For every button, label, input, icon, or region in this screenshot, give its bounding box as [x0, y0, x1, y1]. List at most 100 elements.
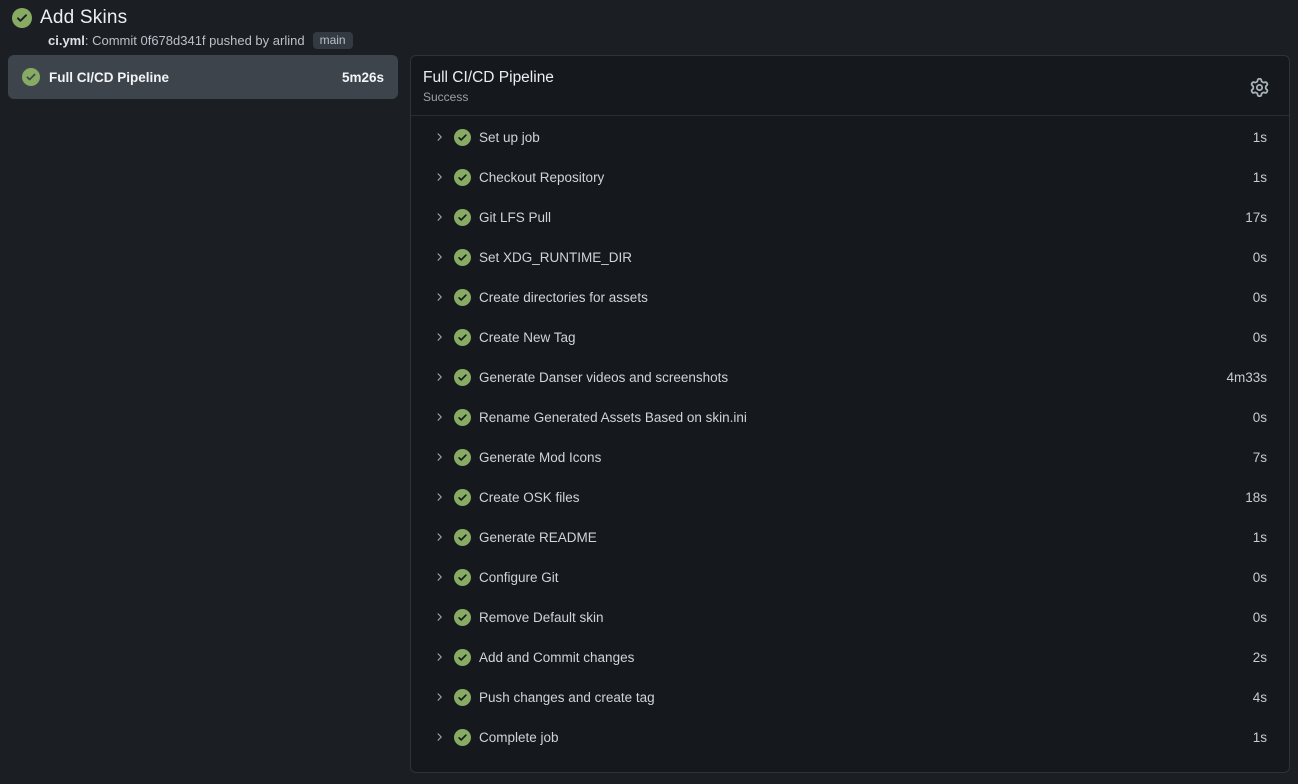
step-success-check-circle-icon: [454, 569, 471, 586]
step-success-check-circle-icon: [454, 489, 471, 506]
step-success-check-circle-icon: [454, 609, 471, 626]
step-row[interactable]: Push changes and create tag 4s: [411, 677, 1289, 717]
job-status-text: Success: [423, 90, 1273, 104]
jobs-sidebar: Full CI/CD Pipeline 5m26s: [8, 55, 398, 99]
step-success-check-circle-icon: [454, 689, 471, 706]
step-name: Rename Generated Assets Based on skin.in…: [479, 410, 1241, 425]
step-duration: 0s: [1253, 570, 1267, 585]
step-name: Generate Danser videos and screenshots: [479, 370, 1214, 385]
step-name: Add and Commit changes: [479, 650, 1241, 665]
step-duration: 1s: [1253, 530, 1267, 545]
step-success-check-circle-icon: [454, 129, 471, 146]
step-row[interactable]: Add and Commit changes 2s: [411, 637, 1289, 677]
step-success-check-circle-icon: [454, 289, 471, 306]
step-duration: 4s: [1253, 690, 1267, 705]
job-panel: Full CI/CD Pipeline Success: [410, 55, 1290, 773]
chevron-right-icon: [433, 691, 445, 703]
step-name: Set XDG_RUNTIME_DIR: [479, 250, 1241, 265]
step-duration: 0s: [1253, 610, 1267, 625]
step-success-check-circle-icon: [454, 529, 471, 546]
step-name: Push changes and create tag: [479, 690, 1241, 705]
step-row[interactable]: Create New Tag 0s: [411, 317, 1289, 357]
chevron-right-icon: [433, 451, 445, 463]
chevron-right-icon: [433, 611, 445, 623]
chevron-right-icon: [433, 211, 445, 223]
step-row[interactable]: Complete job 1s: [411, 717, 1289, 757]
step-row[interactable]: Generate README 1s: [411, 517, 1289, 557]
chevron-right-icon: [433, 131, 445, 143]
step-duration: 18s: [1245, 490, 1267, 505]
step-name: Create OSK files: [479, 490, 1233, 505]
job-success-check-circle-icon: [22, 68, 40, 86]
step-duration: 1s: [1253, 170, 1267, 185]
run-content: Full CI/CD Pipeline 5m26s Full CI/CD Pip…: [0, 55, 1298, 773]
author-link[interactable]: arlind: [273, 33, 305, 48]
chevron-right-icon: [433, 251, 445, 263]
step-row[interactable]: Generate Danser videos and screenshots 4…: [411, 357, 1289, 397]
step-success-check-circle-icon: [454, 409, 471, 426]
step-duration: 7s: [1253, 450, 1267, 465]
step-success-check-circle-icon: [454, 329, 471, 346]
step-row[interactable]: Create OSK files 18s: [411, 477, 1289, 517]
step-row[interactable]: Checkout Repository 1s: [411, 157, 1289, 197]
step-name: Remove Default skin: [479, 610, 1241, 625]
step-row[interactable]: Set up job 1s: [411, 117, 1289, 157]
step-row[interactable]: Git LFS Pull 17s: [411, 197, 1289, 237]
sidebar-job-item[interactable]: Full CI/CD Pipeline 5m26s: [8, 55, 398, 99]
job-name: Full CI/CD Pipeline: [49, 70, 333, 85]
step-row[interactable]: Generate Mod Icons 7s: [411, 437, 1289, 477]
step-duration: 1s: [1253, 730, 1267, 745]
step-duration: 17s: [1245, 210, 1267, 225]
gear-icon[interactable]: [1250, 78, 1269, 97]
step-row[interactable]: Configure Git 0s: [411, 557, 1289, 597]
step-row[interactable]: Create directories for assets 0s: [411, 277, 1289, 317]
step-name: Generate README: [479, 530, 1241, 545]
step-duration: 0s: [1253, 330, 1267, 345]
step-row[interactable]: Set XDG_RUNTIME_DIR 0s: [411, 237, 1289, 277]
chevron-right-icon: [433, 651, 445, 663]
steps-list: Set up job 1s Checkout Reposi: [411, 116, 1289, 765]
step-duration: 0s: [1253, 410, 1267, 425]
chevron-right-icon: [433, 331, 445, 343]
step-success-check-circle-icon: [454, 449, 471, 466]
step-name: Git LFS Pull: [479, 210, 1233, 225]
step-duration: 2s: [1253, 650, 1267, 665]
job-panel-title: Full CI/CD Pipeline: [423, 69, 1273, 87]
step-success-check-circle-icon: [454, 369, 471, 386]
step-row[interactable]: Rename Generated Assets Based on skin.in…: [411, 397, 1289, 437]
step-duration: 4m33s: [1226, 370, 1267, 385]
run-subtitle: ci.yml: Commit 0f678d341f pushed by arli…: [48, 32, 1286, 49]
job-duration: 5m26s: [342, 70, 384, 85]
run-success-check-circle-icon: [12, 8, 32, 28]
chevron-right-icon: [433, 171, 445, 183]
commit-text: : Commit: [85, 33, 141, 48]
chevron-right-icon: [433, 291, 445, 303]
step-success-check-circle-icon: [454, 249, 471, 266]
step-success-check-circle-icon: [454, 729, 471, 746]
step-success-check-circle-icon: [454, 649, 471, 666]
step-name: Checkout Repository: [479, 170, 1241, 185]
step-name: Complete job: [479, 730, 1241, 745]
job-panel-header: Full CI/CD Pipeline Success: [411, 56, 1289, 116]
chevron-right-icon: [433, 411, 445, 423]
commit-sha-link[interactable]: 0f678d341f: [140, 33, 205, 48]
chevron-right-icon: [433, 571, 445, 583]
chevron-right-icon: [433, 731, 445, 743]
pushed-by-text: pushed by: [206, 33, 273, 48]
step-name: Generate Mod Icons: [479, 450, 1241, 465]
step-duration: 0s: [1253, 290, 1267, 305]
workflow-file-link[interactable]: ci.yml: [48, 33, 85, 48]
branch-badge[interactable]: main: [313, 32, 353, 49]
run-header: Add Skins ci.yml: Commit 0f678d341f push…: [0, 0, 1298, 55]
run-title: Add Skins: [40, 7, 127, 29]
step-name: Create directories for assets: [479, 290, 1241, 305]
step-row[interactable]: Remove Default skin 0s: [411, 597, 1289, 637]
step-duration: 0s: [1253, 250, 1267, 265]
step-success-check-circle-icon: [454, 169, 471, 186]
chevron-right-icon: [433, 371, 445, 383]
chevron-right-icon: [433, 531, 445, 543]
step-success-check-circle-icon: [454, 209, 471, 226]
step-name: Create New Tag: [479, 330, 1241, 345]
step-duration: 1s: [1253, 130, 1267, 145]
step-name: Configure Git: [479, 570, 1241, 585]
